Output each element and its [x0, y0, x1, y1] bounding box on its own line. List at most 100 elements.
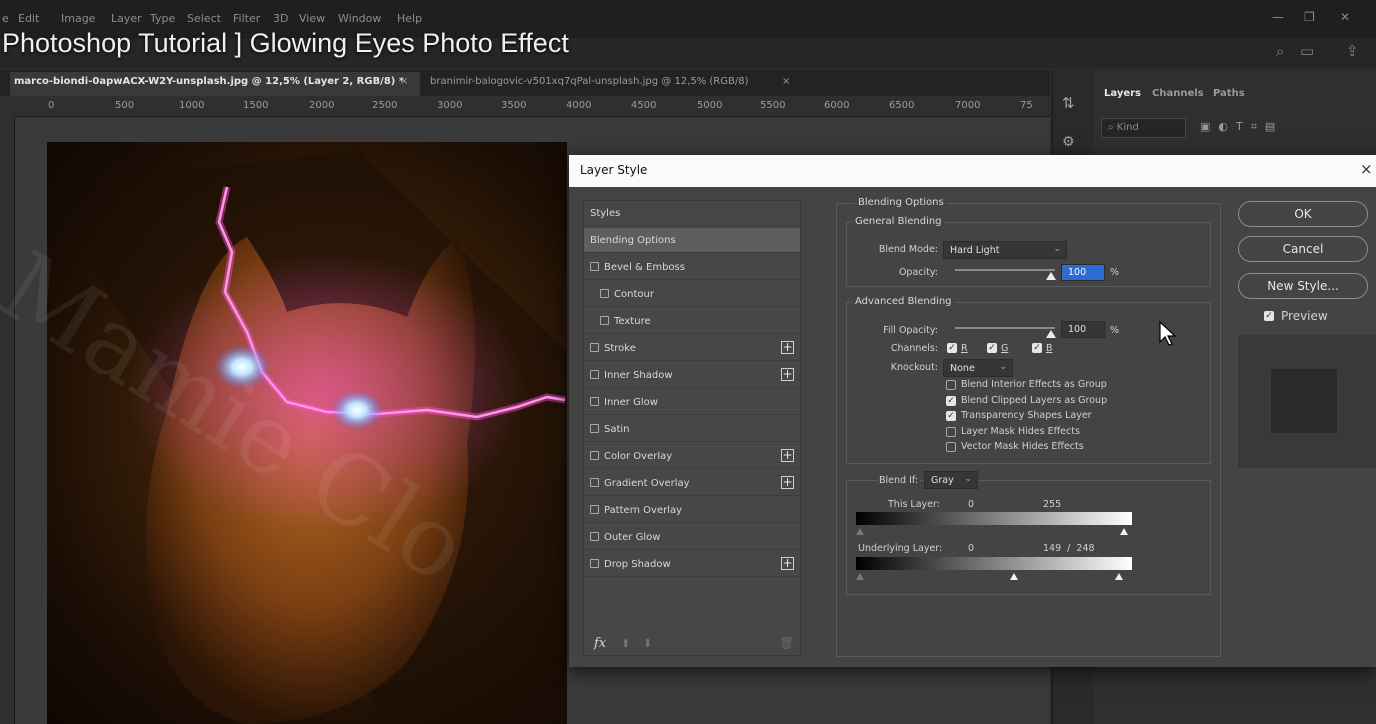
menu-help[interactable]: Help: [397, 12, 422, 25]
advanced-option-checkbox[interactable]: ✓: [946, 411, 956, 421]
menu-image[interactable]: Image: [61, 12, 95, 25]
style-item[interactable]: Texture: [584, 309, 800, 334]
style-item[interactable]: Contour: [584, 282, 800, 307]
style-item-checkbox[interactable]: [590, 505, 599, 514]
move-up-icon[interactable]: ⬆: [621, 637, 630, 650]
add-effect-icon[interactable]: +: [781, 368, 794, 381]
this-layer-black-thumb[interactable]: [856, 528, 864, 535]
layer-filter-icons[interactable]: ▣◐T⌗▤: [1200, 120, 1283, 134]
advanced-option-checkbox[interactable]: [946, 442, 956, 452]
blend-mode-label: Blend Mode:: [878, 244, 938, 255]
this-layer-gradient[interactable]: [856, 512, 1132, 525]
style-item[interactable]: Drop Shadow +: [584, 552, 800, 577]
preview-checkbox[interactable]: ✓: [1264, 311, 1274, 321]
menu-view[interactable]: View: [299, 12, 325, 25]
style-item-label: Inner Glow: [604, 397, 658, 408]
doc-tab-close-icon[interactable]: ×: [400, 76, 408, 87]
style-item-checkbox[interactable]: [600, 289, 609, 298]
close-window-icon[interactable]: ✕: [1340, 10, 1350, 24]
share-icon[interactable]: ⇪: [1346, 42, 1359, 60]
style-item-checkbox[interactable]: [590, 262, 599, 271]
doc-tab-label-2[interactable]: branimir-balogovic-v501xq7qPal-unsplash.…: [430, 76, 749, 87]
blend-if-dropdown[interactable]: Gray ⌄: [924, 471, 978, 489]
history-panel-icon[interactable]: ⇅: [1062, 94, 1075, 112]
new-style-button[interactable]: New Style...: [1238, 273, 1368, 299]
advanced-option-checkbox[interactable]: [946, 426, 956, 437]
workspace-icon[interactable]: ▭: [1300, 42, 1314, 60]
style-item[interactable]: Blending Options: [584, 228, 800, 253]
dialog-titlebar[interactable]: [569, 155, 1376, 187]
knockout-dropdown[interactable]: None ⌄: [943, 359, 1013, 377]
menu-type[interactable]: Type: [150, 12, 175, 25]
style-item[interactable]: Inner Shadow +: [584, 363, 800, 388]
style-item-checkbox[interactable]: [590, 343, 599, 352]
style-item-checkbox[interactable]: [590, 451, 599, 460]
search-icon[interactable]: ⌕: [1276, 42, 1284, 60]
style-item-label: Color Overlay: [604, 451, 673, 462]
style-item[interactable]: Bevel & Emboss: [584, 255, 800, 280]
advanced-option-checkbox[interactable]: ✓: [946, 395, 956, 406]
layer-kind-filter[interactable]: ⌕ Kind: [1101, 118, 1186, 138]
add-effect-icon[interactable]: +: [781, 476, 794, 489]
channel-r-checkbox[interactable]: ✓: [947, 343, 957, 353]
ok-button[interactable]: OK: [1238, 201, 1368, 227]
underlying-layer-gradient[interactable]: [856, 557, 1132, 570]
style-item[interactable]: Styles: [584, 201, 800, 226]
style-item-checkbox[interactable]: [590, 532, 599, 541]
menu-layer[interactable]: Layer: [111, 12, 142, 25]
style-item[interactable]: Pattern Overlay: [584, 498, 800, 523]
add-effect-icon[interactable]: +: [781, 341, 794, 354]
style-item-checkbox[interactable]: [590, 478, 599, 487]
underlying-black-thumb[interactable]: [856, 573, 864, 580]
underlying-split-thumb-left[interactable]: [1010, 573, 1018, 580]
menu-file[interactable]: e: [2, 12, 9, 25]
close-icon[interactable]: ×: [1360, 160, 1373, 178]
style-item-checkbox[interactable]: [590, 424, 599, 433]
advanced-option-label: Layer Mask Hides Effects: [961, 425, 1080, 437]
add-effect-icon[interactable]: +: [781, 557, 794, 570]
this-layer-white-thumb[interactable]: [1120, 528, 1128, 535]
blend-if-group: [846, 480, 1211, 595]
fill-opacity-input[interactable]: 100: [1061, 321, 1105, 338]
style-item[interactable]: Gradient Overlay +: [584, 471, 800, 496]
menu-edit[interactable]: Edit: [18, 12, 39, 25]
this-layer-min: 0: [968, 499, 975, 510]
style-item-checkbox[interactable]: [590, 370, 599, 379]
menu-select[interactable]: Select: [187, 12, 221, 25]
channel-g-checkbox[interactable]: ✓: [987, 343, 997, 353]
fx-icon[interactable]: fx: [594, 636, 606, 651]
restore-icon[interactable]: ❐: [1304, 10, 1315, 24]
underlying-split-thumb-right[interactable]: [1115, 573, 1123, 580]
tab-layers[interactable]: Layers: [1104, 88, 1141, 99]
style-item[interactable]: Outer Glow: [584, 525, 800, 550]
ruler-number: 1500: [243, 100, 269, 111]
style-item[interactable]: Inner Glow: [584, 390, 800, 415]
cancel-button[interactable]: Cancel: [1238, 236, 1368, 262]
style-item[interactable]: Stroke +: [584, 336, 800, 361]
style-item-checkbox[interactable]: [600, 316, 609, 325]
fill-opacity-slider-track[interactable]: [955, 327, 1055, 329]
minimize-icon[interactable]: —: [1272, 10, 1284, 24]
style-item-checkbox[interactable]: [590, 559, 599, 568]
menu-3d[interactable]: 3D: [273, 12, 288, 25]
tab-paths[interactable]: Paths: [1213, 88, 1245, 99]
menu-filter[interactable]: Filter: [233, 12, 260, 25]
doc-tab-close-icon[interactable]: ×: [782, 76, 790, 87]
move-down-icon[interactable]: ⬇: [643, 637, 652, 650]
menu-window[interactable]: Window: [338, 12, 381, 25]
style-item[interactable]: Color Overlay +: [584, 444, 800, 469]
advanced-option-checkbox[interactable]: [946, 380, 956, 390]
trash-icon[interactable]: 🗑: [779, 636, 794, 650]
properties-panel-icon[interactable]: ⚙: [1062, 134, 1075, 150]
preview-label: Preview: [1281, 309, 1328, 323]
add-effect-icon[interactable]: +: [781, 449, 794, 462]
opacity-slider-thumb[interactable]: [1046, 272, 1056, 280]
tab-channels[interactable]: Channels: [1152, 88, 1204, 99]
opacity-input[interactable]: 100: [1061, 264, 1105, 281]
channel-b-checkbox[interactable]: ✓: [1032, 343, 1042, 353]
style-item-checkbox[interactable]: [590, 397, 599, 406]
fill-opacity-slider-thumb[interactable]: [1046, 330, 1056, 338]
style-item[interactable]: Satin: [584, 417, 800, 442]
blend-mode-dropdown[interactable]: Hard Light ⌄: [943, 241, 1067, 259]
opacity-slider-track[interactable]: [955, 269, 1055, 271]
